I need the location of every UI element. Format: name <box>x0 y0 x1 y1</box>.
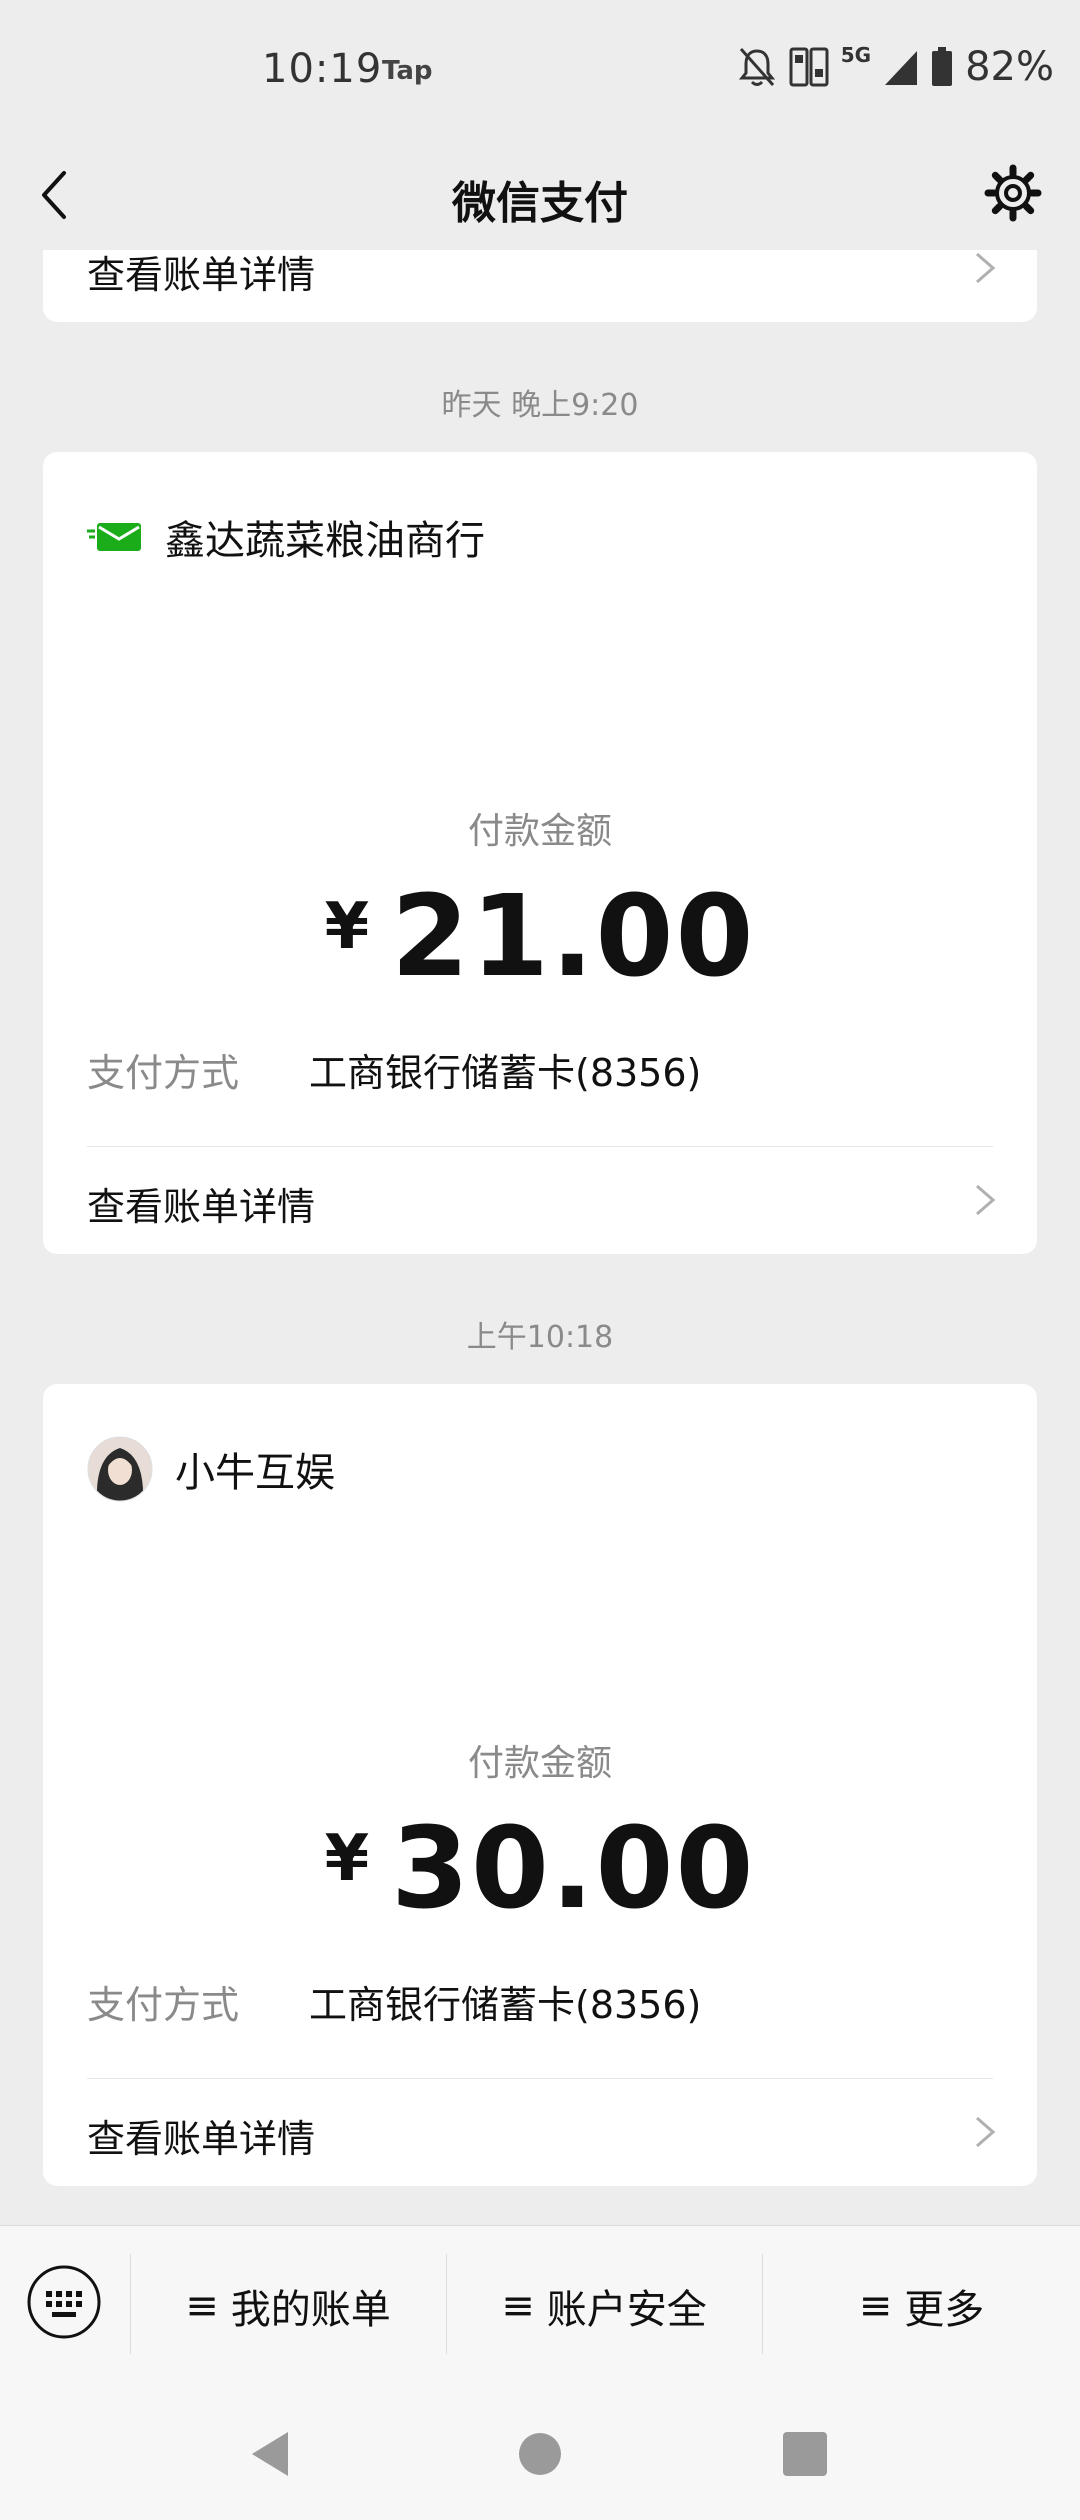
merchant-row[interactable]: 鑫达蔬菜粮油商行 <box>87 502 485 572</box>
view-bill-details-label: 查看账单详情 <box>87 2117 316 2161</box>
notifications-off-icon <box>738 48 775 86</box>
signal-icon <box>885 51 918 85</box>
network-type: 5G <box>840 43 872 67</box>
timestamp: 上午10:18 <box>466 1320 614 1355</box>
chevron-right-icon <box>976 252 996 284</box>
menu-lines-icon: ≡ <box>858 2283 893 2329</box>
menu-more[interactable]: ≡ 更多 <box>763 2226 1080 2386</box>
menu-lines-icon: ≡ <box>501 2283 535 2329</box>
wechat-pay-icon <box>87 523 141 551</box>
battery-percent: 82% <box>965 44 1054 90</box>
nav-recents-icon[interactable] <box>775 2424 835 2484</box>
amount-row: ¥30.00 <box>43 1804 1037 1934</box>
pay-method-row: 支付方式 工商银行储蓄卡(8356) <box>87 1042 701 1102</box>
battery-icon <box>932 47 953 86</box>
pay-method-label: 支付方式 <box>87 1983 240 2027</box>
view-bill-details-row[interactable]: 查看账单详情 <box>43 2078 1037 2186</box>
menu-my-bills[interactable]: ≡ 我的账单 <box>131 2226 445 2386</box>
system-nav-bar <box>0 2386 1080 2520</box>
pay-method-label: 支付方式 <box>87 1051 240 1095</box>
view-bill-details-label: 查看账单详情 <box>87 253 316 297</box>
status-bar: 10:19 Tap 5G 82% <box>0 0 1080 145</box>
menu-label: 更多 <box>904 2287 985 2333</box>
status-app-tag: Tap <box>382 56 433 86</box>
amount-row: ¥21.00 <box>43 872 1037 1002</box>
timestamp: 昨天 晚上9:20 <box>441 388 639 423</box>
view-bill-details-label: 查看账单详情 <box>87 1185 316 1229</box>
view-bill-details-row[interactable]: 查看账单详情 <box>43 214 1037 322</box>
menu-label: 账户安全 <box>546 2287 707 2333</box>
merchant-row[interactable]: 小牛互娱 <box>87 1434 335 1504</box>
amount-label: 付款金额 <box>467 811 612 852</box>
merchant-avatar <box>87 1436 153 1502</box>
merchant-name: 鑫达蔬菜粮油商行 <box>165 518 485 564</box>
pay-method-value: 工商银行储蓄卡(8356) <box>309 1051 702 1095</box>
nav-home-icon[interactable] <box>510 2424 570 2484</box>
menu-account-security[interactable]: ≡ 账户安全 <box>447 2226 761 2386</box>
transaction-card: 小牛互娱 付款金额 ¥30.00 支付方式 工商银行储蓄卡(8356) 查看账单… <box>43 1384 1037 2186</box>
currency-symbol: ¥ <box>324 1822 370 1896</box>
menu-label: 我的账单 <box>230 2287 391 2333</box>
status-icons: 5G 82% <box>737 43 1054 90</box>
pay-method-row: 支付方式 工商银行储蓄卡(8356) <box>87 1974 701 2034</box>
currency-symbol: ¥ <box>324 890 370 964</box>
merchant-name: 小牛互娱 <box>175 1450 335 1496</box>
bottom-menu: ≡ 我的账单 ≡ 账户安全 ≡ 更多 <box>0 2225 1080 2386</box>
pay-method-value: 工商银行储蓄卡(8356) <box>309 1983 702 2027</box>
sim-card-icon <box>789 47 829 87</box>
previous-transaction-card: 查看账单详情 <box>43 250 1037 322</box>
amount-value: 21.00 <box>391 872 756 1002</box>
view-bill-details-row[interactable]: 查看账单详情 <box>43 1146 1037 1254</box>
chevron-right-icon <box>976 2116 996 2148</box>
transaction-card: 鑫达蔬菜粮油商行 付款金额 ¥21.00 支付方式 工商银行储蓄卡(8356) … <box>43 452 1037 1254</box>
keyboard-icon[interactable] <box>26 2264 102 2340</box>
chevron-right-icon <box>976 1184 996 1216</box>
amount-label: 付款金额 <box>467 1743 612 1784</box>
menu-lines-icon: ≡ <box>185 2283 219 2329</box>
amount-value: 30.00 <box>391 1804 756 1934</box>
nav-back-icon[interactable] <box>240 2424 300 2484</box>
status-time: 10:19 <box>262 46 383 92</box>
